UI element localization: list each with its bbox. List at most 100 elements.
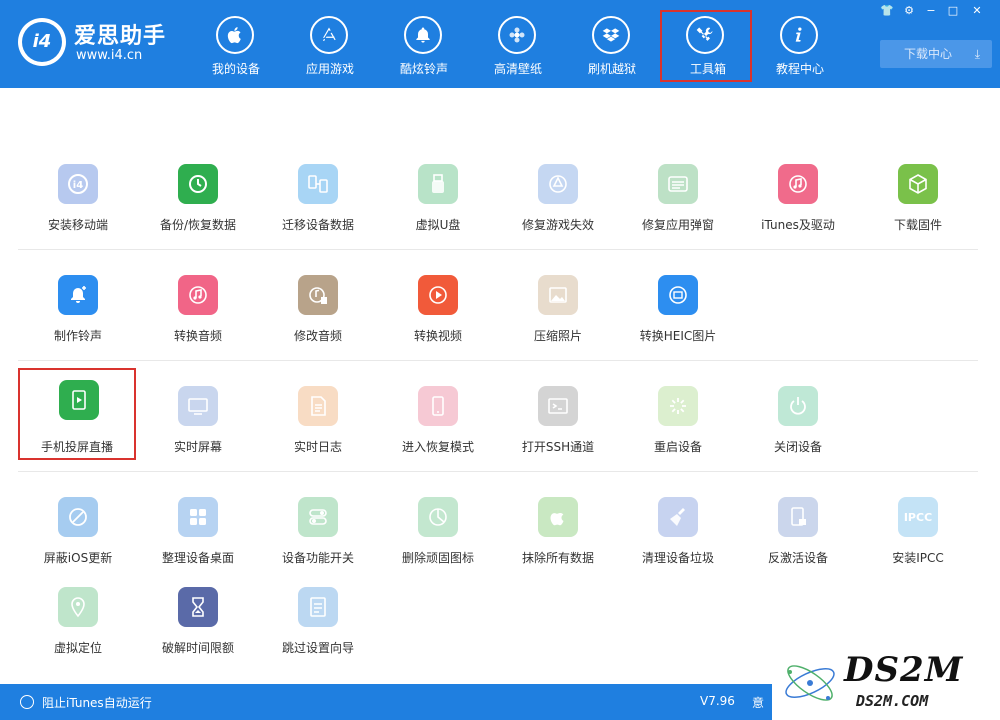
power-icon xyxy=(778,386,818,426)
tool-skip-setup[interactable]: 跳过设置向导 xyxy=(258,579,378,679)
toolbox-panel: i4 安装移动端 备份/恢复数据 迁移设备数据 虚拟U盘 修复游戏失效 修复应用… xyxy=(0,88,1000,684)
tool-live-log[interactable]: 实时日志 xyxy=(258,378,378,478)
svg-text:i4: i4 xyxy=(73,180,83,191)
tool-label: 关闭设备 xyxy=(773,440,822,454)
tool-live-screen[interactable]: 实时屏幕 xyxy=(138,378,258,478)
tool-label: 虚拟定位 xyxy=(53,641,102,655)
logo-text: i4 xyxy=(32,31,52,52)
box-icon xyxy=(592,16,630,54)
tool-label: 安装移动端 xyxy=(47,218,108,232)
tool-install-ipcc[interactable]: IPCC 安装IPCC xyxy=(858,489,978,589)
app-logo: i4 xyxy=(18,18,66,66)
tool-ssh-tunnel[interactable]: 打开SSH通道 xyxy=(498,378,618,478)
tool-feature-switch[interactable]: 设备功能开关 xyxy=(258,489,378,589)
tool-fix-app-popup[interactable]: 修复应用弹窗 xyxy=(618,156,738,256)
tool-convert-video[interactable]: 转换视频 xyxy=(378,267,498,367)
tool-label: 清理设备垃圾 xyxy=(641,551,714,565)
tool-label: 转换音频 xyxy=(173,329,222,343)
tool-convert-heic[interactable]: 转换HEIC图片 xyxy=(618,267,738,367)
atom-logo-icon xyxy=(785,665,835,701)
tool-organize-desktop[interactable]: 整理设备桌面 xyxy=(138,489,258,589)
version-label: V7.96 xyxy=(700,694,735,708)
nav-toolbox[interactable]: 工具箱 xyxy=(660,10,752,82)
brand-name: 爱思助手 xyxy=(74,24,167,49)
nav-wallpapers[interactable]: 高清壁纸 xyxy=(472,10,564,82)
tool-label: 整理设备桌面 xyxy=(161,551,234,565)
tool-compress-photo[interactable]: 压缩照片 xyxy=(498,267,618,367)
tool-label: 反激活设备 xyxy=(767,551,828,565)
title-bar: i4 爱思助手 www.i4.cn 我的设备 应用游戏 酷炫铃声 高清壁纸 刷机… xyxy=(0,0,1000,88)
tool-label: 虚拟U盘 xyxy=(415,218,461,232)
tool-migrate-data[interactable]: 迁移设备数据 xyxy=(258,156,378,256)
tool-edit-audio[interactable]: 修改音频 xyxy=(258,267,378,367)
tool-crack-screen-time[interactable]: 破解时间限额 xyxy=(138,579,258,679)
terminal-icon xyxy=(538,386,578,426)
nav-ringtones[interactable]: 酷炫铃声 xyxy=(378,10,470,82)
monitor-icon xyxy=(178,386,218,426)
tool-virtual-location[interactable]: 虚拟定位 xyxy=(18,579,138,679)
tool-erase-all[interactable]: 抹除所有数据 xyxy=(498,489,618,589)
music-note-icon xyxy=(778,164,818,204)
settings-gear-icon[interactable]: ⚙ xyxy=(900,4,918,18)
feedback-link[interactable]: 意 xyxy=(752,694,764,711)
nav-label: 教程中心 xyxy=(775,62,824,76)
download-center-button[interactable]: 下载中心 ⤓ xyxy=(880,40,992,68)
tool-virtual-udisk[interactable]: 虚拟U盘 xyxy=(378,156,498,256)
tool-make-ringtone[interactable]: 制作铃声 xyxy=(18,267,138,367)
itunes-autorun-label[interactable]: 阻止iTunes自动运行 xyxy=(42,694,152,711)
tools-icon xyxy=(686,16,724,54)
download-arrow-icon: ⤓ xyxy=(974,47,980,61)
pie-chart-icon xyxy=(418,497,458,537)
phone-lock-icon xyxy=(778,497,818,537)
tool-label: 实时屏幕 xyxy=(173,440,222,454)
nav-tutorials[interactable]: 教程中心 xyxy=(754,10,846,82)
tool-label: 抹除所有数据 xyxy=(521,551,594,565)
ipcc-icon-text: IPCC xyxy=(903,510,933,524)
tool-fix-game[interactable]: 修复游戏失效 xyxy=(498,156,618,256)
tool-itunes-driver[interactable]: iTunes及驱动 xyxy=(738,156,858,256)
heic-convert-icon xyxy=(658,275,698,315)
audio-file-icon xyxy=(298,275,338,315)
firmware-cube-icon xyxy=(898,164,938,204)
minimize-button[interactable]: − xyxy=(922,4,940,18)
itunes-autorun-checkbox[interactable] xyxy=(20,695,34,709)
tool-restart-device[interactable]: 重启设备 xyxy=(618,378,738,478)
tool-delete-icons[interactable]: 删除顽固图标 xyxy=(378,489,498,589)
nav-label: 应用游戏 xyxy=(305,62,354,76)
play-circle-icon xyxy=(418,275,458,315)
checklist-icon xyxy=(298,587,338,627)
photo-icon xyxy=(538,275,578,315)
row-divider xyxy=(18,471,978,472)
tool-label: 打开SSH通道 xyxy=(521,440,595,454)
tool-install-mobile[interactable]: i4 安装移动端 xyxy=(18,156,138,256)
i4-app-icon: i4 xyxy=(58,164,98,204)
nav-apps-games[interactable]: 应用游戏 xyxy=(284,10,376,82)
document-icon xyxy=(298,386,338,426)
tool-label: 删除顽固图标 xyxy=(401,551,474,565)
tool-screen-cast[interactable]: 手机投屏直播 xyxy=(18,368,136,460)
tool-label: 迁移设备数据 xyxy=(281,218,354,232)
tool-label: 屏蔽iOS更新 xyxy=(43,551,113,565)
skin-icon[interactable]: 👕 xyxy=(878,4,896,18)
tool-label: 修复游戏失效 xyxy=(521,218,594,232)
tool-label: 下载固件 xyxy=(893,218,942,232)
tool-label: 重启设备 xyxy=(653,440,702,454)
tool-clean-junk[interactable]: 清理设备垃圾 xyxy=(618,489,738,589)
tool-label: 破解时间限额 xyxy=(161,641,234,655)
nav-my-device[interactable]: 我的设备 xyxy=(190,10,282,82)
maximize-button[interactable]: □ xyxy=(944,4,962,18)
tool-label: 压缩照片 xyxy=(533,329,582,343)
tool-shutdown-device[interactable]: 关闭设备 xyxy=(738,378,858,478)
row-divider xyxy=(18,249,978,250)
nav-label: 工具箱 xyxy=(689,62,726,76)
tool-download-firmware[interactable]: 下载固件 xyxy=(858,156,978,256)
tool-deactivate[interactable]: 反激活设备 xyxy=(738,489,858,589)
tool-recovery-mode[interactable]: 进入恢复模式 xyxy=(378,378,498,478)
tool-block-ios-update[interactable]: 屏蔽iOS更新 xyxy=(18,489,138,589)
tool-convert-audio[interactable]: 转换音频 xyxy=(138,267,258,367)
bell-icon xyxy=(404,16,442,54)
bell-plus-icon xyxy=(58,275,98,315)
close-button[interactable]: ✕ xyxy=(968,4,986,18)
tool-backup-restore[interactable]: 备份/恢复数据 xyxy=(138,156,258,256)
nav-flash-jailbreak[interactable]: 刷机越狱 xyxy=(566,10,658,82)
